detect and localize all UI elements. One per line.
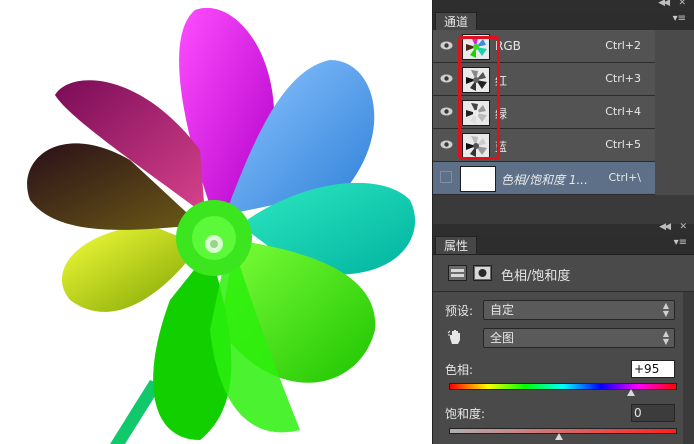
collapse-icon[interactable]: ◀◀ [658, 0, 670, 8]
saturation-label: 饱和度: [445, 407, 486, 421]
tab-properties[interactable]: 属性 [435, 236, 478, 254]
select-arrows-icon: ▲ ▼ [662, 301, 669, 318]
channel-shortcut: Ctrl+2 [605, 39, 641, 52]
properties-scrollbar[interactable] [683, 292, 694, 444]
preset-value: 自定 [490, 303, 515, 317]
preset-select[interactable]: 自定 ▲ ▼ [483, 300, 675, 320]
hue-slider-thumb[interactable] [627, 389, 635, 396]
eye-icon[interactable] [440, 140, 453, 149]
pinwheel-image [27, 7, 416, 444]
mask-thumbnail [460, 166, 496, 192]
channel-shortcut: Ctrl+3 [605, 72, 641, 85]
hue-label: 色相: [445, 363, 474, 377]
properties-body: 预设: 自定 ▲ ▼ 全图 ▲ ▼ 色相: +95 饱和度: 0 [433, 292, 694, 444]
highlight-annotation-box [458, 36, 500, 160]
properties-panel-header-bar: ◀◀ ✕ [433, 222, 694, 235]
eye-icon[interactable] [440, 74, 453, 83]
range-select[interactable]: 全图 ▲ ▼ [483, 328, 675, 348]
channel-shortcut: Ctrl+5 [605, 138, 641, 151]
close-icon[interactable]: ✕ [678, 0, 686, 8]
saturation-slider-thumb[interactable] [555, 433, 563, 440]
saturation-value: 0 [634, 406, 642, 420]
adjustment-layer-icon[interactable] [448, 265, 467, 281]
channels-scroll-area [655, 30, 694, 195]
channel-shortcut: Ctrl+4 [605, 105, 641, 118]
panel-menu-icon[interactable]: ▾≡ [674, 237, 687, 248]
properties-tabbar: 属性 ▾≡ [433, 235, 694, 255]
visibility-checkbox[interactable] [440, 171, 452, 183]
hue-input[interactable]: +95 [631, 360, 675, 378]
hue-slider-track[interactable] [449, 383, 677, 390]
saturation-input[interactable]: 0 [631, 404, 675, 422]
channel-label: 色相/饱和度 1... [501, 173, 588, 187]
channels-tabbar: 通道 ▾≡ [433, 11, 694, 31]
saturation-slider-track[interactable] [449, 428, 677, 434]
channel-shortcut: Ctrl+\ [608, 171, 642, 184]
collapse-icon[interactable]: ◀◀ [659, 222, 671, 232]
tab-channels[interactable]: 通道 [435, 12, 478, 30]
select-arrows-icon: ▲ ▼ [662, 329, 669, 346]
eye-icon[interactable] [440, 107, 453, 116]
properties-title: 色相/饱和度 [501, 269, 571, 284]
properties-header: 色相/饱和度 [433, 255, 694, 292]
panel-menu-icon[interactable]: ▾≡ [673, 13, 686, 24]
document-canvas[interactable] [0, 0, 432, 444]
close-icon[interactable]: ✕ [679, 222, 687, 232]
hue-value: +95 [634, 362, 660, 376]
on-image-adjust-hand-icon[interactable] [447, 329, 463, 345]
range-value: 全图 [490, 331, 515, 345]
mask-icon[interactable] [473, 265, 492, 281]
preset-label: 预设: [445, 304, 474, 318]
channel-row-hue-saturation-mask[interactable]: 色相/饱和度 1... Ctrl+\ [433, 162, 655, 195]
channels-panel-header-bar: ◀◀ ✕ [433, 0, 694, 11]
eye-icon[interactable] [440, 41, 453, 50]
